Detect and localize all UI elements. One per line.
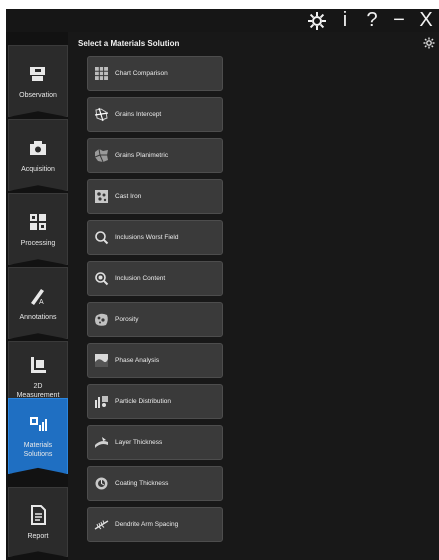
solution-grains-planimetric-button[interactable]: Grains Planimetric (87, 138, 223, 173)
report-document-icon (31, 504, 46, 525)
solution-dendrite-arm-spacing-button[interactable]: Dendrite Arm Spacing (87, 507, 223, 542)
solution-porosity-button[interactable]: Porosity (87, 302, 223, 337)
sidebar-item-label: Processing (20, 239, 56, 247)
close-button[interactable]: X (417, 9, 435, 32)
solution-label: Porosity (115, 316, 139, 323)
solution-label: Dendrite Arm Spacing (115, 521, 179, 528)
sidebar-item-label: Acquisition (21, 165, 55, 173)
solution-layer-thickness-button[interactable]: Layer Thickness (87, 425, 223, 460)
minimize-button[interactable]: − (390, 9, 408, 32)
solution-particle-distribution-button[interactable]: Particle Distribution (87, 384, 223, 419)
solution-label: Chart Comparison (115, 70, 168, 77)
solution-label: Layer Thickness (115, 439, 163, 446)
sidebar-item-label: 2D Measurement (16, 383, 60, 399)
solution-chart-comparison-button[interactable]: Chart Comparison (87, 56, 223, 91)
sidebar-item-annotations[interactable]: A Annotations (8, 267, 68, 339)
solution-inclusions-worst-field-button[interactable]: Inclusions Worst Field (87, 220, 223, 255)
sidebar-nav: Observation Acquisition Processing A Ann… (6, 32, 68, 560)
chart-comparison-icon (95, 67, 108, 80)
grains-planimetric-icon (94, 148, 108, 163)
solution-label: Inclusion Content (115, 275, 166, 282)
processing-grid-icon (30, 213, 46, 230)
phase-analysis-icon (95, 354, 108, 367)
solution-coating-thickness-button[interactable]: Coating Thickness (87, 466, 223, 501)
coating-thickness-icon (95, 477, 108, 490)
solution-phase-analysis-button[interactable]: Phase Analysis (87, 343, 223, 378)
sidebar-item-materials-solutions[interactable]: Materials Solutions (8, 398, 68, 474)
sidebar-item-acquisition[interactable]: Acquisition (8, 119, 68, 191)
inclusion-content-icon (95, 272, 109, 286)
solution-label: Coating Thickness (115, 480, 169, 487)
sidebar-item-report[interactable]: Report (8, 487, 68, 557)
sidebar-item-label: Observation (19, 91, 57, 99)
gear-icon[interactable] (307, 11, 327, 31)
solution-label: Cast Iron (115, 193, 142, 200)
cast-iron-icon (95, 190, 108, 203)
solution-cast-iron-button[interactable]: Cast Iron (87, 179, 223, 214)
grains-intercept-icon (94, 107, 109, 122)
solution-label: Grains Intercept (115, 111, 162, 118)
layer-thickness-icon (95, 437, 108, 448)
solution-label: Grains Planimetric (115, 152, 169, 159)
dendrite-arm-spacing-icon (94, 520, 109, 530)
materials-content: Select a Materials Solution Chart Compar… (68, 32, 439, 560)
solution-label: Inclusions Worst Field (115, 234, 179, 241)
svg-text:A: A (39, 299, 44, 306)
sidebar-item-label: Annotations (19, 313, 57, 321)
app-window: i ? − X Observation Acquisition Processi… (0, 0, 439, 560)
solution-label: Phase Analysis (115, 357, 160, 364)
sidebar-item-label: Report (27, 532, 49, 540)
camera-icon (30, 140, 46, 155)
sidebar-item-processing[interactable]: Processing (8, 193, 68, 265)
solution-grains-intercept-button[interactable]: Grains Intercept (87, 97, 223, 132)
measurement-ruler-icon (31, 357, 46, 373)
help-button[interactable]: ? (363, 9, 381, 32)
particle-distribution-icon (95, 396, 108, 408)
annotation-pen-icon: A (31, 288, 44, 306)
main-panel: Observation Acquisition Processing A Ann… (6, 32, 439, 560)
window-controls: i ? − X (307, 9, 435, 32)
page-title: Select a Materials Solution (78, 39, 180, 48)
info-button[interactable]: i (336, 9, 354, 32)
gear-icon[interactable] (423, 37, 435, 49)
sidebar-item-observation[interactable]: Observation (8, 45, 68, 117)
sidebar-item-label: Materials Solutions (23, 442, 53, 458)
inclusions-worst-field-icon (95, 231, 109, 245)
title-bar: i ? − X (6, 9, 439, 32)
porosity-icon (95, 313, 108, 326)
solution-label: Particle Distribution (115, 398, 171, 405)
materials-chart-icon (30, 417, 47, 431)
solution-inclusion-content-button[interactable]: Inclusion Content (87, 261, 223, 296)
microscope-icon (30, 66, 45, 81)
